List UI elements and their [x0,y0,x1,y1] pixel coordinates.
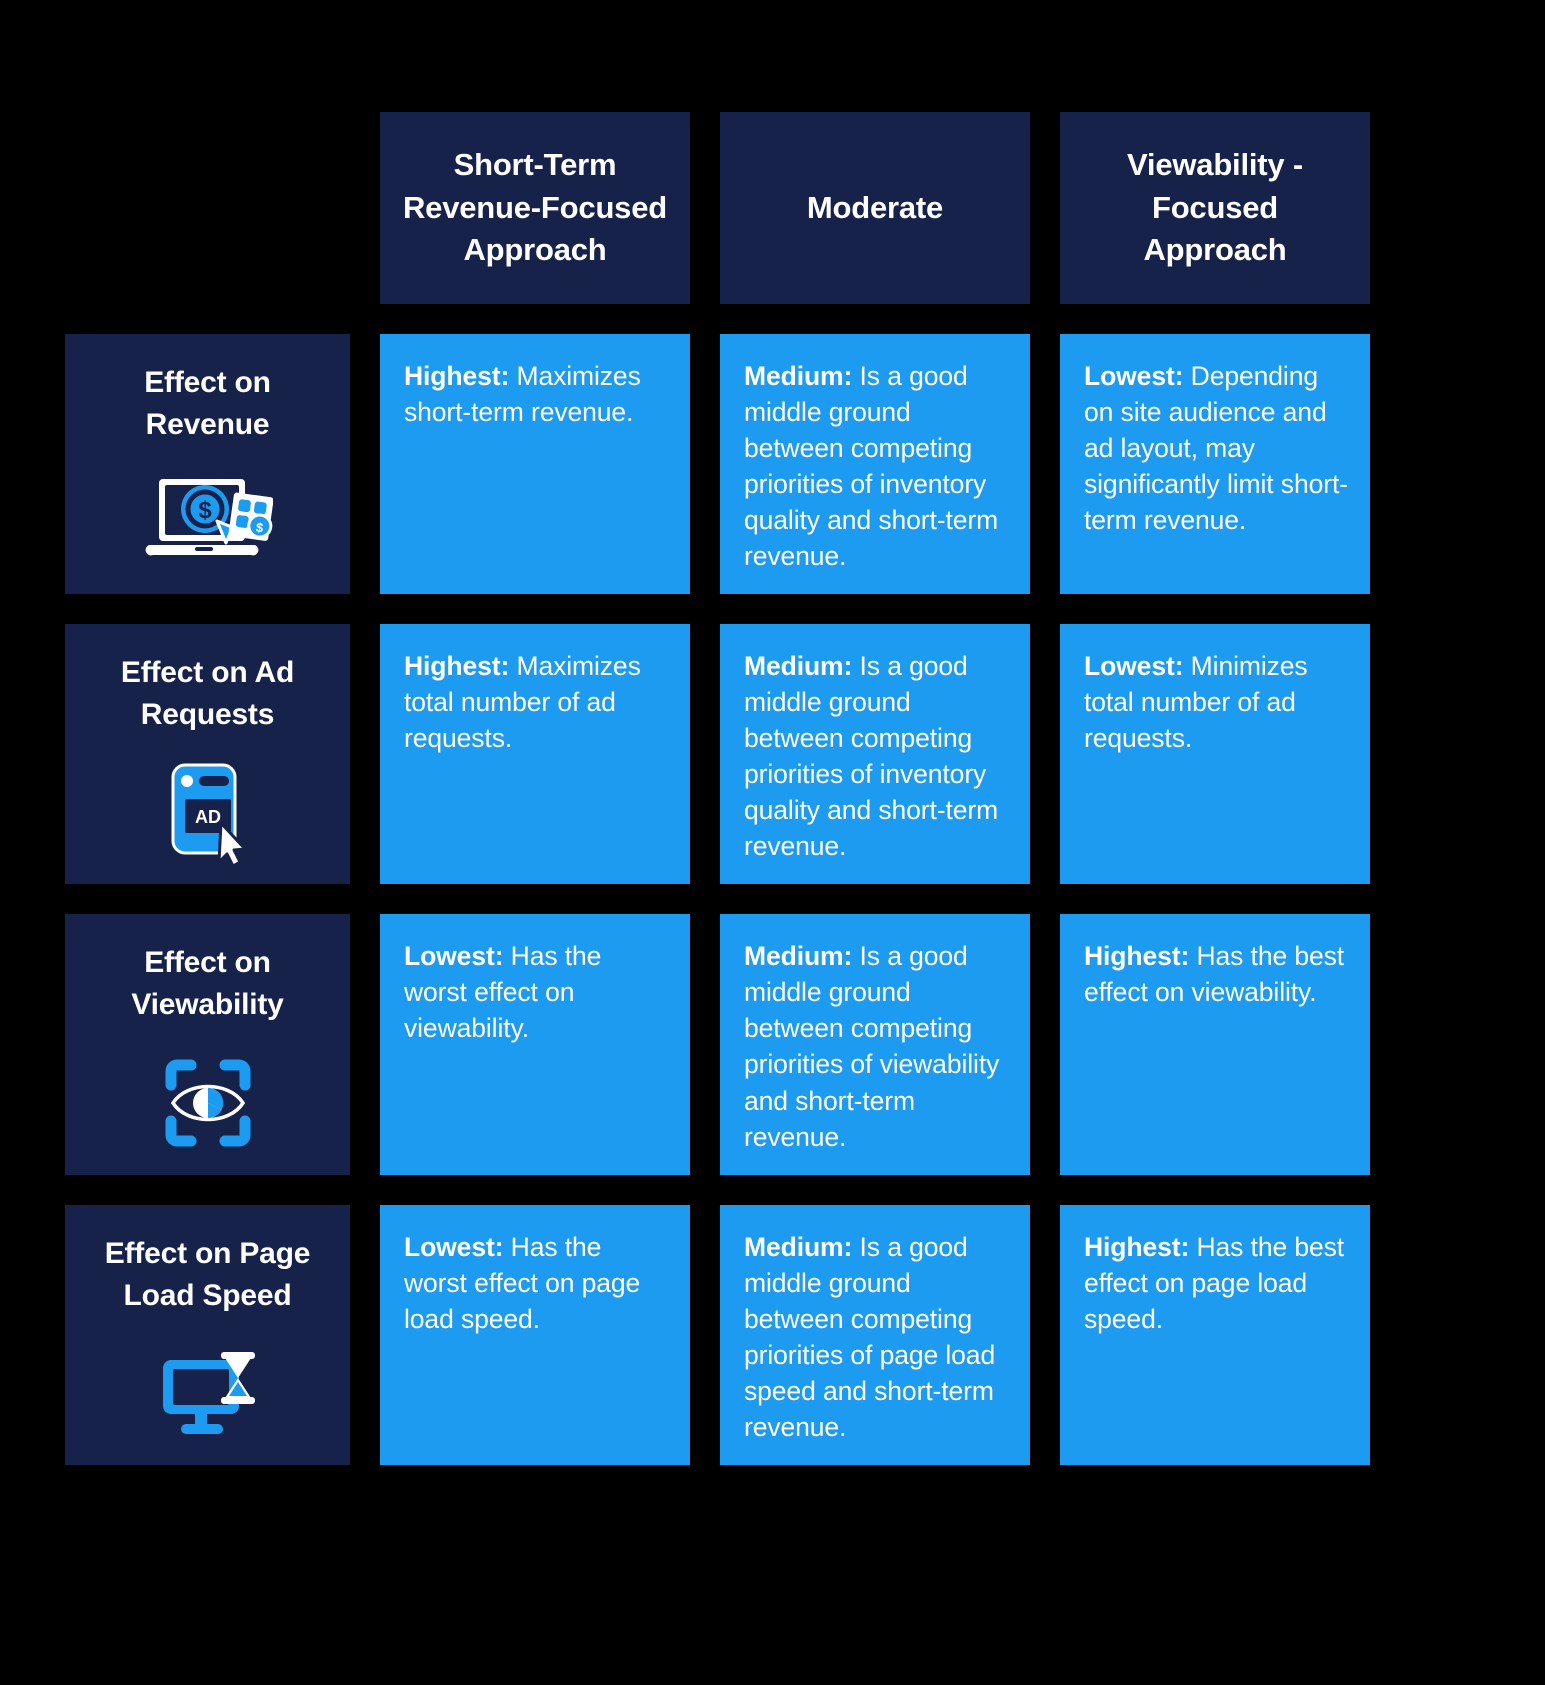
cell-revenue-moderate: Medium: Is a good middle ground between … [720,334,1030,595]
cell-text: Is a good middle ground between competin… [744,651,999,862]
cell-page-load-viewability: Highest: Has the best effect on page loa… [1060,1204,1370,1465]
row-header-effect-on-ad-requests: Effect on Ad Requests AD [65,624,350,885]
cell-text: Is a good middle ground between competin… [744,941,1000,1152]
cell-text: Is a good middle ground between competin… [744,1231,996,1442]
laptop-dollar-coin-icon: $ $ [143,455,273,565]
cell-revenue-viewability: Lowest: Depending on site audience and a… [1060,334,1370,595]
column-header-short-term-revenue: Short-Term Revenue-Focused Approach [380,112,690,304]
cell-lead: Medium: [744,651,853,682]
svg-text:$: $ [198,497,212,524]
cell-lead: Lowest: [404,1231,504,1262]
eye-viewfinder-icon [143,1035,273,1147]
cell-page-load-short-term: Lowest: Has the worst effect on page loa… [380,1204,690,1465]
cell-lead: Medium: [744,361,853,391]
comparison-table-board: Short-Term Revenue-Focused Approach Mode… [0,0,1545,1685]
row-header-effect-on-viewability: Effect on Viewability [65,914,350,1175]
cell-lead: Highest: [1084,1231,1190,1262]
monitor-hourglass-icon [143,1326,273,1436]
cell-viewability-viewability: Highest: Has the best effect on viewabil… [1060,914,1370,1175]
cell-viewability-moderate: Medium: Is a good middle ground between … [720,914,1030,1175]
cell-ad-requests-viewability: Lowest: Minimizes total number of ad req… [1060,624,1370,885]
cell-lead: Lowest: [1084,361,1184,391]
cell-lead: Lowest: [404,941,504,972]
cell-viewability-short-term: Lowest: Has the worst effect on viewabil… [380,914,690,1175]
row-header-effect-on-revenue: Effect on Revenue $ $ [65,334,350,595]
column-header-moderate: Moderate [720,112,1030,304]
cell-lead: Highest: [1084,941,1190,972]
cell-ad-requests-short-term: Highest: Maximizes total number of ad re… [380,624,690,885]
cell-lead: Medium: [744,1231,853,1262]
row-header-label: Effect on Viewability [131,946,284,1022]
row-header-label: Effect on Ad Requests [120,656,295,732]
comparison-table: Short-Term Revenue-Focused Approach Mode… [65,112,1375,1465]
row-header-label: Effect on Page Load Speed [104,1236,311,1312]
table-corner-blank [65,112,350,304]
svg-text:AD: AD [195,807,221,827]
cell-text: Is a good middle ground between competin… [744,361,999,572]
cell-lead: Lowest: [1084,651,1184,682]
cell-revenue-short-term: Highest: Maximizes short-term revenue. [380,334,690,595]
cell-ad-requests-moderate: Medium: Is a good middle ground between … [720,624,1030,885]
cell-lead: Highest: [404,651,510,682]
column-header-viewability-focused: Viewability - Focused Approach [1060,112,1370,304]
ad-banner-cursor-icon: AD [143,745,273,866]
row-header-label: Effect on Revenue [144,366,271,441]
cell-page-load-moderate: Medium: Is a good middle ground between … [720,1204,1030,1465]
cell-lead: Medium: [744,941,853,972]
cell-lead: Highest: [404,361,510,391]
row-header-effect-on-page-load-speed: Effect on Page Load Speed [65,1204,350,1465]
